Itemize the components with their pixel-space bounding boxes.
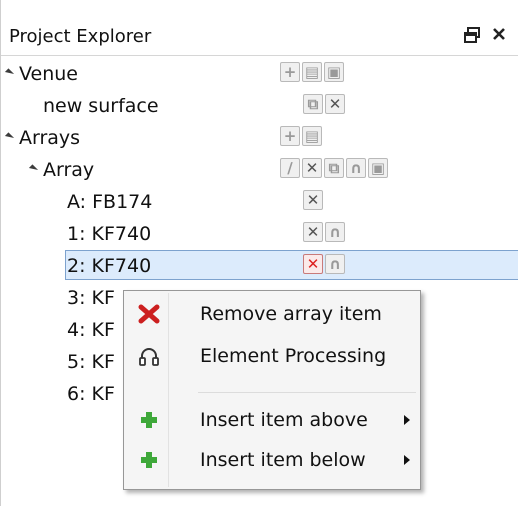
remove-icon[interactable]: ✕ [302, 158, 322, 178]
menu-item-insert-item-below[interactable]: Insert item below [126, 443, 418, 477]
tree-label-item: 6: KF [67, 383, 115, 405]
tree-label-item: 2: KF740 [67, 255, 152, 277]
tree-label-item: 1: KF740 [67, 223, 152, 245]
copy-icon[interactable]: ⧉ [303, 94, 323, 114]
remove-icon[interactable]: ✕ [303, 254, 323, 274]
arrays-actions: + ▤ [280, 126, 322, 148]
tree-label-new-surface: new surface [43, 95, 159, 117]
panel-title: Project Explorer [9, 26, 152, 47]
expander-triangle-icon[interactable] [4, 68, 15, 78]
tree-row-array-item[interactable]: A: FB174 ✕ [1, 186, 518, 218]
expander-triangle-icon[interactable] [28, 164, 39, 174]
remove-icon[interactable]: ✕ [303, 190, 323, 210]
submenu-arrow-icon [404, 455, 410, 465]
open-icon[interactable]: ▤ [302, 126, 322, 146]
menu-item-remove-array-item[interactable]: Remove array item [126, 297, 418, 331]
tree-label-venue: Venue [19, 63, 78, 85]
headphones-icon[interactable]: ∩ [325, 222, 345, 242]
plus-icon[interactable]: + [280, 126, 300, 146]
tree-label-arrays: Arrays [19, 127, 81, 149]
expander-triangle-icon[interactable] [4, 132, 15, 142]
context-menu: Remove array item Element Processing Ins… [123, 290, 421, 490]
green-plus-icon [136, 447, 162, 473]
menu-item-label: Element Processing [200, 345, 387, 367]
tree-row-array-item-selected[interactable]: 2: KF740 ✕ ∩ [1, 250, 518, 282]
save-icon[interactable]: ▣ [368, 158, 388, 178]
float-window-icon[interactable] [463, 26, 481, 50]
tree-label-item: A: FB174 [67, 191, 153, 213]
open-icon[interactable]: ▤ [302, 62, 322, 82]
tree-row-venue[interactable]: Venue + ▤ ▣ [1, 58, 518, 90]
menu-item-label: Remove array item [200, 303, 382, 325]
save-icon[interactable]: ▣ [324, 62, 344, 82]
menu-separator [198, 392, 416, 393]
green-plus-icon [136, 407, 162, 433]
item-actions: ✕ [303, 190, 323, 212]
copy-icon[interactable]: ⧉ [324, 158, 344, 178]
menu-item-insert-item-above[interactable]: Insert item above [126, 403, 418, 437]
remove-icon[interactable]: ✕ [303, 222, 323, 242]
headphones-icon[interactable]: ∩ [346, 158, 366, 178]
tree-row-array[interactable]: Array ∕ ✕ ⧉ ∩ ▣ [1, 154, 518, 186]
item-actions: ✕ ∩ [303, 254, 345, 276]
venue-actions: + ▤ ▣ [280, 62, 344, 84]
edit-icon[interactable]: ∕ [280, 158, 300, 178]
headphones-icon[interactable]: ∩ [325, 254, 345, 274]
tree-label-item: 4: KF [67, 319, 115, 341]
tree-label-item: 3: KF [67, 287, 115, 309]
tree-label-array: Array [43, 159, 95, 181]
menu-item-element-processing[interactable]: Element Processing [126, 339, 418, 373]
menu-item-label: Insert item below [200, 449, 366, 471]
panel-title-bar: Project Explorer [1, 0, 518, 56]
headphones-icon [136, 343, 162, 369]
surface-actions: ⧉ ✕ [303, 94, 345, 116]
item-actions: ✕ ∩ [303, 222, 345, 244]
tree-label-item: 5: KF [67, 351, 115, 373]
red-x-icon [136, 301, 162, 327]
tree-row-new-surface[interactable]: new surface ⧉ ✕ [1, 90, 518, 122]
remove-icon[interactable]: ✕ [325, 94, 345, 114]
close-panel-icon[interactable] [491, 26, 507, 48]
menu-item-label: Insert item above [200, 409, 368, 431]
plus-icon[interactable]: + [280, 62, 300, 82]
submenu-arrow-icon [404, 415, 410, 425]
project-explorer-panel: Project Explorer Venue + ▤ ▣ new surface… [0, 0, 518, 506]
tree-row-array-item[interactable]: 1: KF740 ✕ ∩ [1, 218, 518, 250]
array-actions: ∕ ✕ ⧉ ∩ ▣ [280, 158, 388, 180]
tree-row-arrays[interactable]: Arrays + ▤ [1, 122, 518, 154]
